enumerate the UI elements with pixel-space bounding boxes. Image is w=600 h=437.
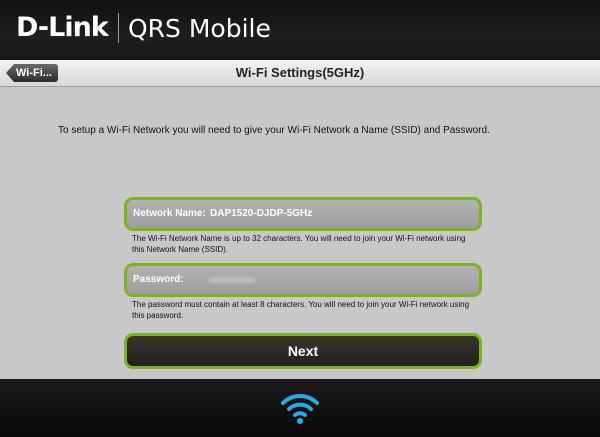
network-name-field[interactable]: Network Name: DAP1520-DJDP-5GHz (124, 197, 482, 231)
page-title: Wi-Fi Settings(5GHz) (235, 65, 365, 80)
next-button[interactable]: Next (124, 333, 482, 369)
app-name: QRS Mobile (128, 14, 271, 43)
header-divider (118, 13, 119, 43)
settings-form: To setup a Wi-Fi Network you will need t… (0, 87, 600, 379)
app-footer (0, 379, 600, 437)
network-name-label: Network Name: (133, 208, 206, 219)
password-value-obscured[interactable] (209, 278, 255, 282)
title-bar: Wi-Fi Settings(5GHz) Wi-Fi... (0, 60, 600, 87)
network-name-value[interactable]: DAP1520-DJDP-5GHz (210, 200, 312, 228)
password-label: Password: (133, 274, 184, 285)
wifi-icon (281, 393, 319, 424)
password-field[interactable]: Password: (124, 263, 482, 297)
password-help: The password must contain at least 8 cha… (132, 300, 470, 320)
dlink-logo: D-Link (16, 12, 109, 43)
back-button[interactable]: Wi-Fi... (6, 64, 58, 82)
app-header: D-Link QRS Mobile (0, 0, 600, 60)
network-name-help: The Wi-Fi Network Name is up to 32 chara… (132, 234, 466, 254)
intro-text: To setup a Wi-Fi Network you will need t… (58, 125, 490, 136)
